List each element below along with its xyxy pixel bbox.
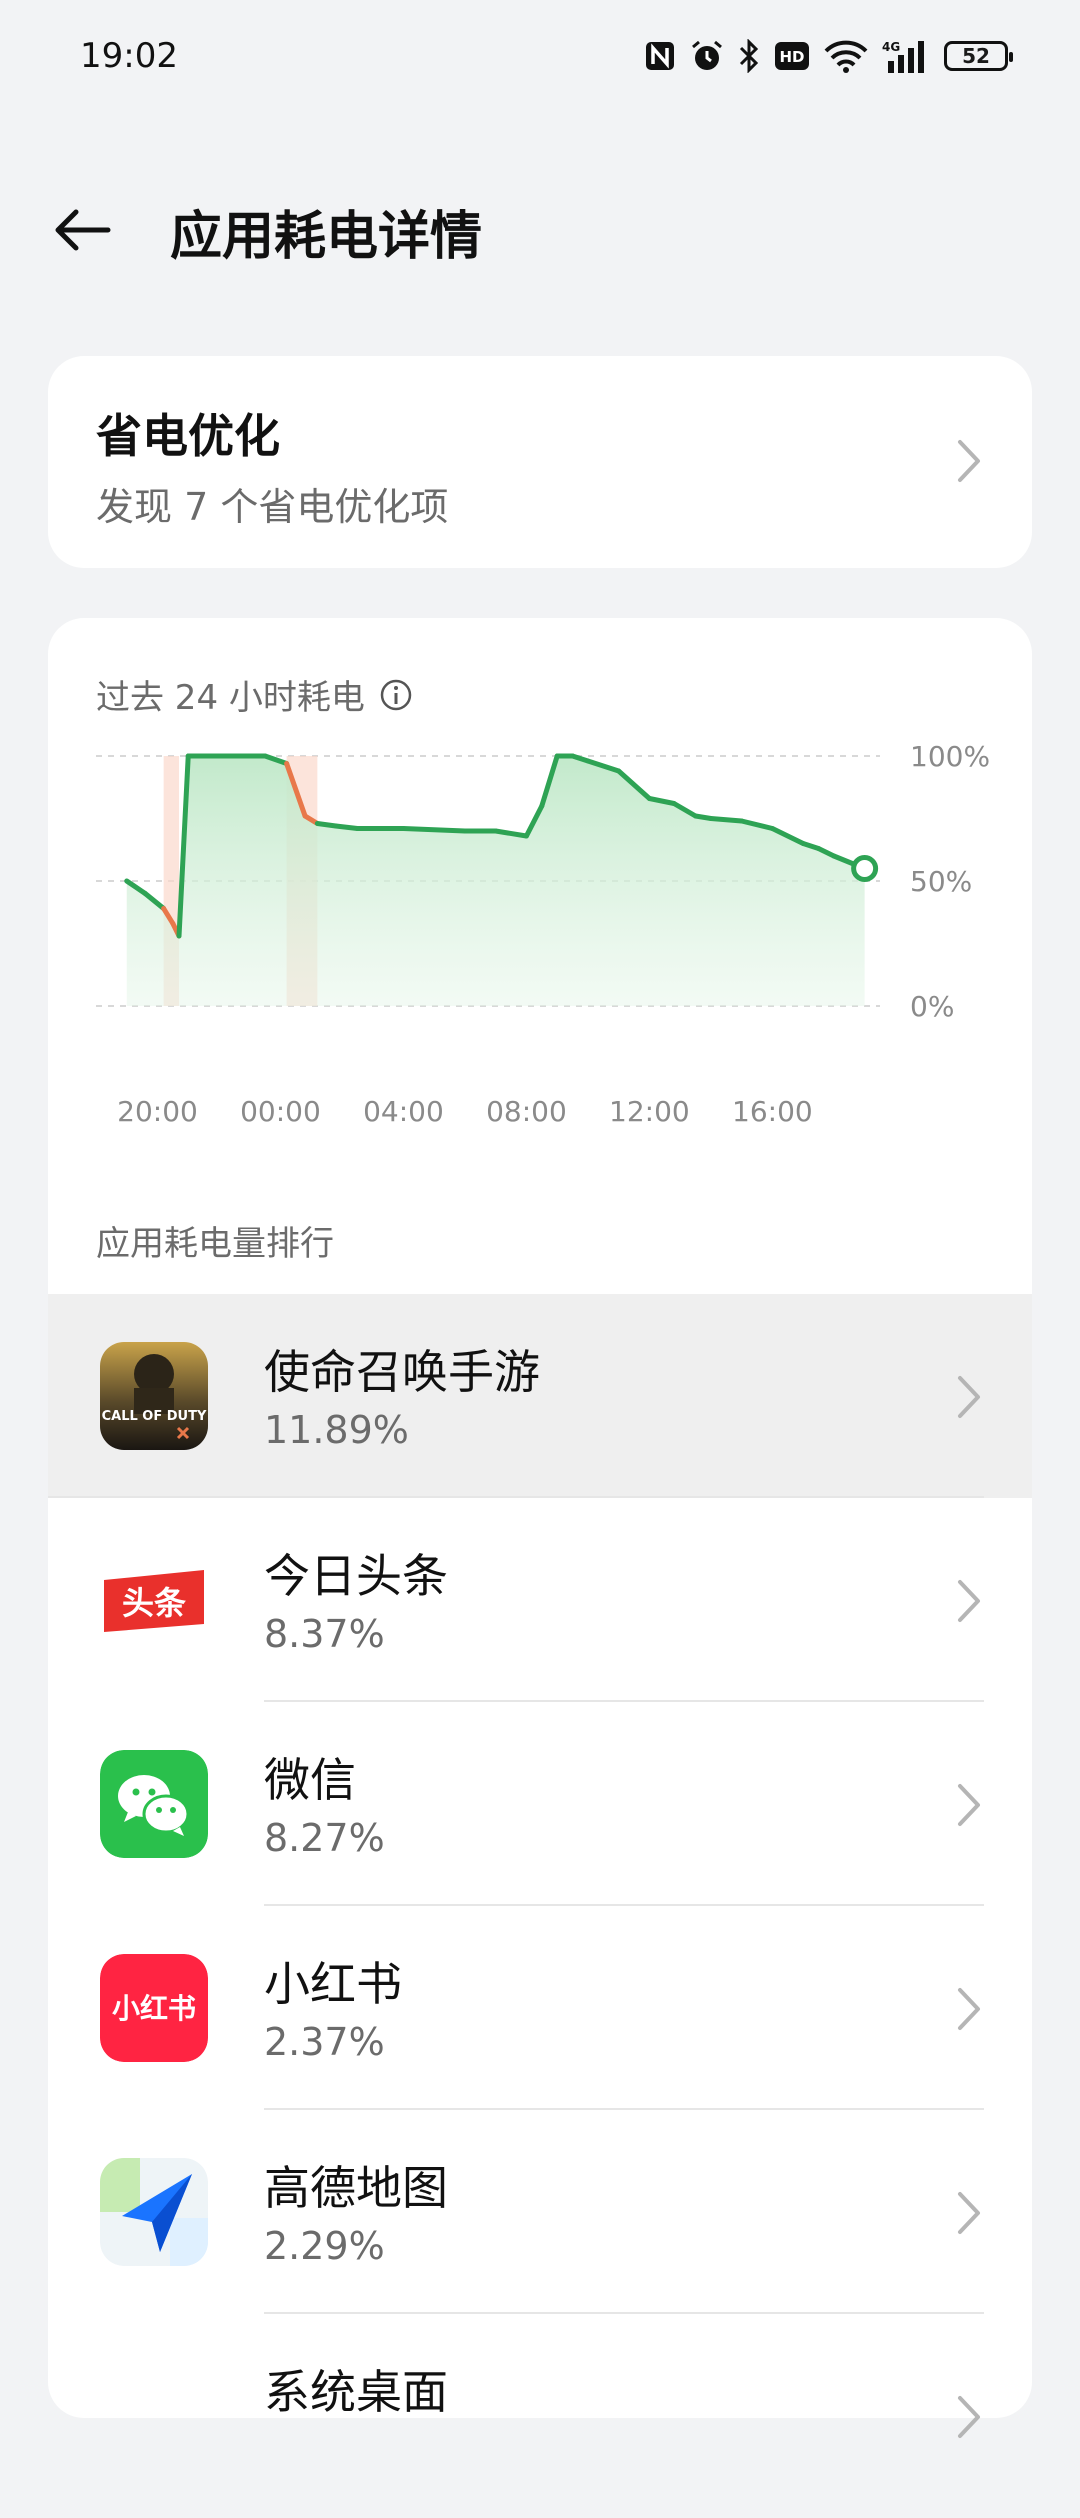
app-row[interactable]: 头条 今日头条 8.37% [48, 1498, 1032, 1702]
app-icon [100, 2362, 208, 2470]
app-name: 微信 [264, 1753, 356, 1807]
nfc-icon [644, 38, 676, 74]
power-saving-title: 省电优化 [96, 409, 280, 463]
x-tick-label: 04:00 [363, 1095, 444, 1128]
toutiao-icon: 头条 [100, 1546, 208, 1654]
xiaohongshu-icon-text: 小红书 [112, 1992, 196, 2025]
chevron-right-icon [958, 440, 980, 482]
call-of-duty-icon: CALL OF DUTY [100, 1342, 208, 1450]
chevron-right-icon [958, 2192, 980, 2234]
back-button[interactable] [50, 198, 114, 262]
xiaohongshu-icon: 小红书 [100, 1954, 208, 2062]
app-row[interactable]: 微信 8.27% [48, 1702, 1032, 1906]
y-tick-label: 100% [910, 740, 990, 773]
chevron-right-icon [958, 2396, 980, 2438]
chevron-right-icon [958, 1784, 980, 1826]
alarm-icon [690, 38, 724, 74]
wifi-icon [824, 38, 868, 74]
app-name: 使命召唤手游 [264, 1345, 540, 1399]
battery-line-segment [708, 816, 745, 824]
page-title: 应用耗电详情 [170, 207, 483, 267]
x-tick-label: 00:00 [240, 1095, 321, 1128]
app-row[interactable]: 高德地图 2.29% [48, 2110, 1032, 2314]
x-tick-label: 16:00 [732, 1095, 813, 1128]
status-bar: 19:02 HD 4G 52 [0, 0, 1080, 120]
app-name: 系统桌面 [264, 2365, 448, 2419]
app-percent: 2.29% [264, 2224, 385, 2268]
back-arrow-icon [55, 209, 111, 251]
app-header: 应用耗电详情 [0, 180, 1080, 280]
app-percent: 11.89% [264, 1408, 409, 1452]
svg-text:4G: 4G [882, 40, 900, 54]
app-percent: 8.37% [264, 1612, 385, 1656]
hd-icon: HD [774, 38, 810, 74]
power-saving-subtitle: 发现 7 个省电优化项 [96, 485, 449, 529]
app-row[interactable]: CALL OF DUTY 使命召唤手游 11.89% [48, 1294, 1032, 1498]
chevron-right-icon [958, 1580, 980, 1622]
status-time: 19:02 [80, 36, 178, 76]
battery-level: 52 [962, 44, 990, 68]
battery-icon: 52 [944, 41, 1013, 71]
battery-area [126, 756, 865, 1006]
app-percent: 8.27% [264, 1816, 385, 1860]
current-level-marker [851, 855, 879, 882]
x-tick-label: 20:00 [117, 1095, 198, 1128]
status-icons: HD 4G 52 [644, 38, 1013, 74]
app-name: 今日头条 [264, 1549, 448, 1603]
svg-text:HD: HD [779, 48, 804, 66]
amap-icon [100, 2158, 208, 2266]
battery-line-segment [333, 823, 360, 831]
toutiao-icon-text: 头条 [122, 1584, 186, 1622]
app-name: 小红书 [264, 1957, 402, 2011]
ranking-title: 应用耗电量排行 [96, 1224, 334, 1264]
x-tick-label: 08:00 [486, 1095, 567, 1128]
4g-signal-icon: 4G [882, 38, 930, 74]
power-saving-card[interactable]: 省电优化 发现 7 个省电优化项 [48, 356, 1032, 568]
app-name: 高德地图 [264, 2161, 448, 2215]
wechat-icon [100, 1750, 208, 1858]
x-tick-label: 12:00 [609, 1095, 690, 1128]
app-row[interactable]: 系统桌面 [48, 2314, 1032, 2518]
y-tick-label: 50% [910, 865, 972, 898]
chart-title: 过去 24 小时耗电 [96, 670, 413, 719]
app-percent: 2.37% [264, 2020, 385, 2064]
app-row[interactable]: 小红书 小红书 2.37% [48, 1906, 1032, 2110]
call-of-duty-icon-text: CALL OF DUTY [102, 1409, 207, 1424]
battery-chart: 100% 50% 0% 20:00 00:00 04:00 08:00 12:00 16:00 [96, 740, 990, 1128]
bluetooth-icon [738, 38, 760, 74]
chevron-right-icon [958, 1988, 980, 2030]
usage-card: 过去 24 小时耗电 100% 50% 0% 20:00 00:00 04:00 08:0… [48, 618, 1032, 2438]
battery-line-segment [314, 821, 339, 829]
info-icon[interactable] [379, 678, 413, 712]
battery-line-segment [400, 826, 468, 834]
chevron-right-icon [958, 1376, 980, 1418]
chart-title-text: 过去 24 小时耗电 [96, 678, 365, 718]
y-tick-label: 0% [910, 990, 954, 1023]
